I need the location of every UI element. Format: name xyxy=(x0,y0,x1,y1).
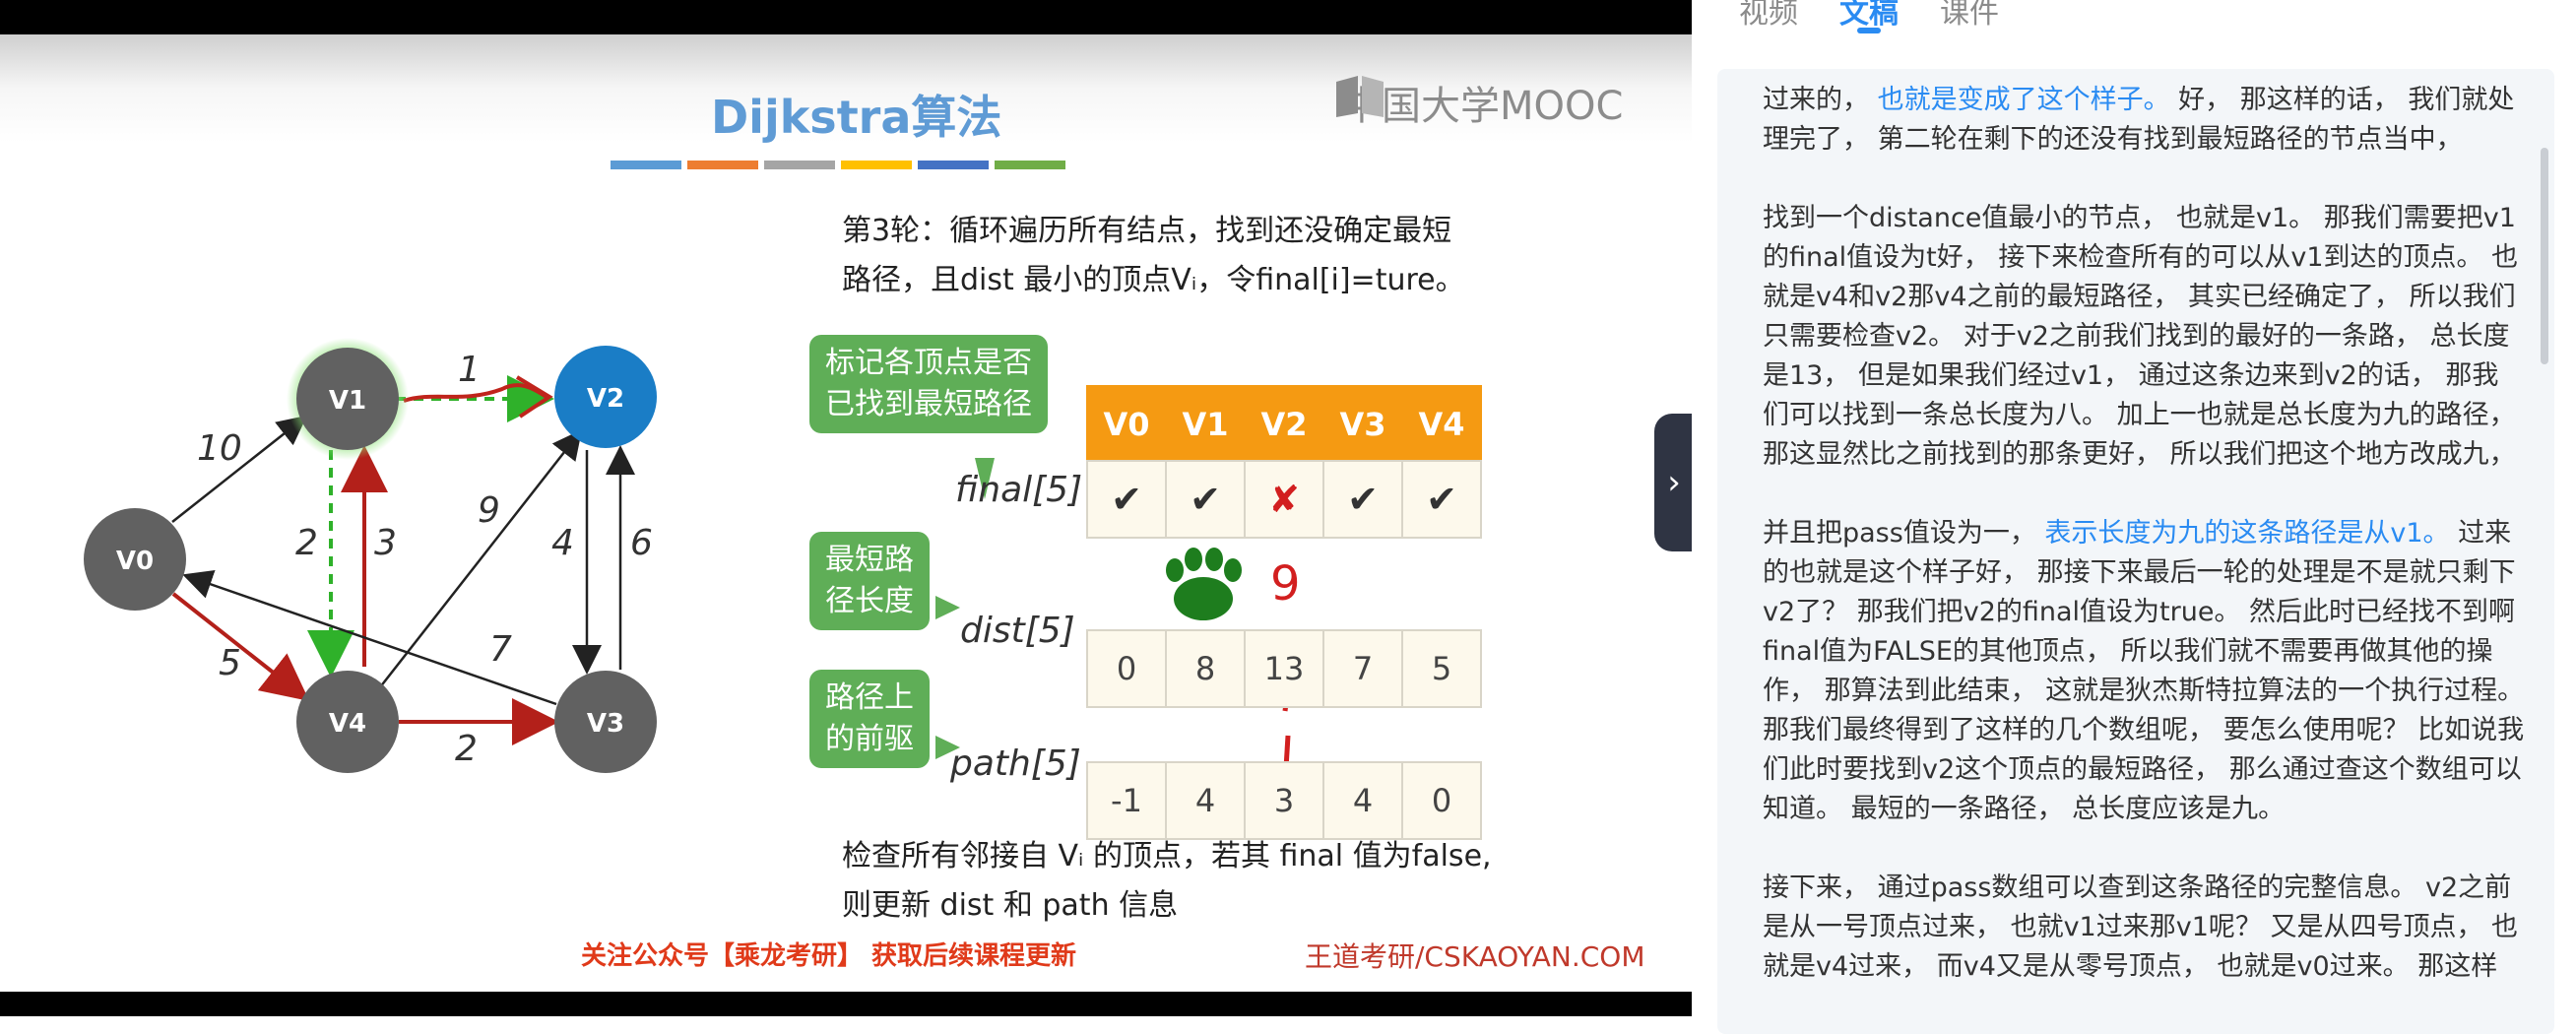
side-panel: 视频 文稿 课件 过来的， 也就是变成了这个样子。 好， 那这样的话， 我们就处… xyxy=(1692,0,2576,1034)
final-cell: ✔ xyxy=(1086,460,1167,539)
node-label-v4: V4 xyxy=(329,709,366,739)
weight-v4-v1: 3 xyxy=(374,523,397,563)
node-label-v1: V1 xyxy=(329,386,366,416)
weight-v1-v4: 2 xyxy=(295,523,318,563)
panel-tabs: 视频 文稿 课件 xyxy=(1739,0,1999,33)
vertex-header-cell: V3 xyxy=(1322,385,1403,464)
path-row: -1 4 3 4 0 xyxy=(1086,761,1482,840)
lecture-slide: Dijkstra算法 中国大学MOOC V0 V1 V2 V3 V4 10 1 … xyxy=(0,34,1692,992)
callout-path: 路径上 的前驱 xyxy=(809,670,930,768)
weight-v3-v2: 6 xyxy=(630,523,653,563)
transcript-paragraph: 过来的， 也就是变成了这个样子。 好， 那这样的话， 我们就处理完了， 第二轮在… xyxy=(1763,81,2525,160)
final-table: ✔ ✔ ✘ ✔ ✔ xyxy=(1086,460,1482,539)
dist-cell: 0 xyxy=(1086,629,1167,708)
final-cell: ✘ xyxy=(1244,460,1324,539)
footer-ad-text: 关注公众号【乘龙考研】 获取后续课程更新 xyxy=(581,941,1077,971)
node-label-v0: V0 xyxy=(116,547,154,576)
video-player[interactable]: Dijkstra算法 中国大学MOOC V0 V1 V2 V3 V4 10 1 … xyxy=(0,0,1692,1016)
vertex-header-cell: V1 xyxy=(1165,385,1246,464)
final-cell: ✔ xyxy=(1401,460,1482,539)
path-cell: -1 xyxy=(1086,761,1167,840)
row-label-dist: dist[5] xyxy=(960,611,1075,651)
row-label-path: path[5] xyxy=(950,743,1081,784)
tab-video[interactable]: 视频 xyxy=(1739,0,1798,32)
transcript-paragraph: 找到一个distance值最小的节点， 也就是v1。 那我们需要把v1的fina… xyxy=(1763,199,2525,475)
path-table: -1 4 3 4 0 xyxy=(1086,761,1482,840)
final-cell: ✔ xyxy=(1322,460,1403,539)
tab-transcript-label: 文稿 xyxy=(1839,0,1899,31)
round-text-line-2: 路径，且dist 最小的顶点Vᵢ，令final[i]=ture。 xyxy=(842,263,1465,297)
dist-row: 0 8 13 7 5 xyxy=(1086,629,1482,708)
weight-v2-v3: 4 xyxy=(551,523,574,563)
transcript-scrollbar[interactable] xyxy=(2541,148,2548,364)
tab-transcript[interactable]: 文稿 xyxy=(1839,0,1899,33)
path-cell: 3 xyxy=(1244,761,1324,840)
final-row: ✔ ✔ ✘ ✔ ✔ xyxy=(1086,460,1482,539)
weight-v0-v1: 10 xyxy=(197,428,242,469)
callout-dist-line-1: 最短路 xyxy=(825,543,914,577)
weight-v1-v2: 1 xyxy=(458,350,481,390)
row-label-final: final[5] xyxy=(955,470,1083,510)
paw-icon xyxy=(1166,548,1242,620)
panel-toggle-button[interactable]: › xyxy=(1654,414,1692,551)
callout-final-line-1: 标记各顶点是否 xyxy=(825,346,1032,380)
dist-cell: 5 xyxy=(1401,629,1482,708)
callout-final-line-2: 已找到最短路径 xyxy=(825,387,1032,421)
transcript-text: 接下来， 通过pass数组可以查到这条路径的完整信息。 v2之前是从一号顶点过来… xyxy=(1763,872,2519,982)
vertex-header-cell: V0 xyxy=(1086,385,1167,464)
bottom-text-line-2: 则更新 dist 和 path 信息 xyxy=(842,888,1179,923)
weight-v4-v3: 2 xyxy=(455,729,478,769)
transcript-text: 找到一个distance值最小的节点， 也就是v1。 那我们需要把v1的fina… xyxy=(1763,203,2519,470)
transcript-text: 并且把pass值设为一， xyxy=(1763,518,2045,549)
transcript-highlight[interactable]: 也就是变成了这个样子。 xyxy=(1878,85,2170,115)
node-label-v2: V2 xyxy=(587,384,624,414)
path-cell: 0 xyxy=(1401,761,1482,840)
weight-v3-v0: 7 xyxy=(489,629,512,670)
tab-courseware[interactable]: 课件 xyxy=(1940,0,1999,32)
footer-brand-text: 王道考研/CSKAOYAN.COM xyxy=(1305,940,1645,973)
handwritten-dist-note: 9 xyxy=(1270,556,1301,612)
weight-v0-v4: 5 xyxy=(219,643,241,683)
transcript-highlight[interactable]: 表示长度为九的这条路径是从v1。 xyxy=(2044,518,2449,549)
dist-table: 0 8 13 7 5 xyxy=(1086,629,1482,708)
transcript-box[interactable]: 过来的， 也就是变成了这个样子。 好， 那这样的话， 我们就处理完了， 第二轮在… xyxy=(1717,69,2554,1034)
weight-v4-v2: 9 xyxy=(478,490,500,531)
callout-path-line-2: 的前驱 xyxy=(825,722,914,756)
callout-path-line-1: 路径上 xyxy=(825,680,914,715)
active-tab-indicator xyxy=(1857,28,1881,33)
path-cell: 4 xyxy=(1322,761,1403,840)
final-cell: ✔ xyxy=(1165,460,1246,539)
callout-dist-tail xyxy=(935,596,960,619)
round-text-line-1: 第3轮：循环遍历所有结点，找到还没确定最短 xyxy=(842,214,1452,248)
path-cell: 4 xyxy=(1165,761,1246,840)
chevron-right-icon: › xyxy=(1667,463,1681,502)
transcript-paragraph: 接下来， 通过pass数组可以查到这条路径的完整信息。 v2之前是从一号顶点过来… xyxy=(1763,869,2525,987)
vertex-header-cell: V4 xyxy=(1401,385,1482,464)
callout-final: 标记各顶点是否 已找到最短路径 xyxy=(809,335,1048,433)
vertex-header-table: V0 V1 V2 V3 V4 xyxy=(1086,385,1482,464)
transcript-text: 过来的， xyxy=(1763,85,1878,115)
bottom-text-line-1: 检查所有邻接自 Vᵢ 的顶点，若其 final 值为false, xyxy=(842,839,1492,873)
vertex-header-cell: V2 xyxy=(1244,385,1324,464)
dist-cell: 8 xyxy=(1165,629,1246,708)
vertex-header-row: V0 V1 V2 V3 V4 xyxy=(1086,385,1482,464)
callout-dist: 最短路 径长度 xyxy=(809,532,930,630)
dist-cell: 7 xyxy=(1322,629,1403,708)
callout-dist-line-2: 径长度 xyxy=(825,584,914,618)
node-label-v3: V3 xyxy=(587,709,624,739)
transcript-paragraph: 并且把pass值设为一， 表示长度为九的这条路径是从v1。 过来的也就是这个样子… xyxy=(1763,514,2525,829)
dist-cell: 13 xyxy=(1244,629,1324,708)
transcript-text: 过来的也就是这个样子好， 那接下来最后一轮的处理是不是就只剩下v2了？ 那我们把… xyxy=(1763,518,2525,824)
